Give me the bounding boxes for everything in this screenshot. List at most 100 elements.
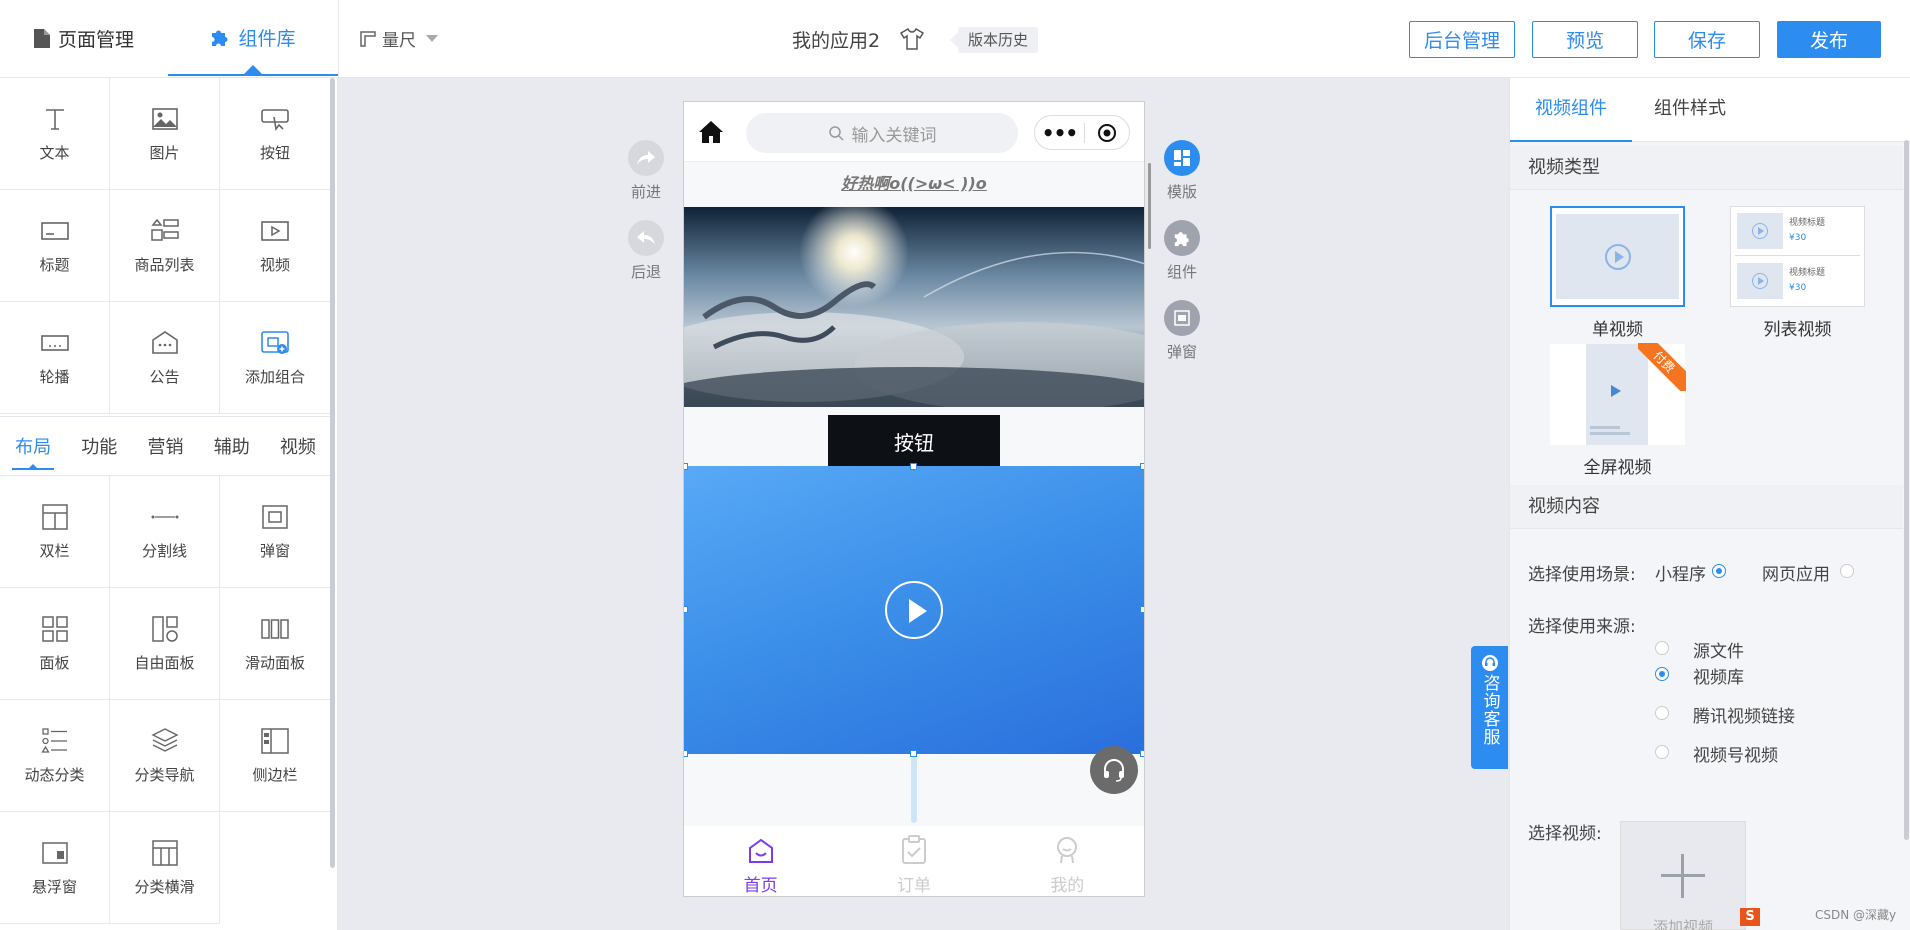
component-label: 公告 xyxy=(149,368,180,386)
right-scrollbar[interactable] xyxy=(1904,140,1909,840)
play-icon[interactable] xyxy=(885,581,943,639)
scene-option-web-label[interactable]: 网页应用 xyxy=(1762,560,1830,585)
component-label: 组件 xyxy=(1166,263,1197,281)
resize-handle[interactable] xyxy=(910,463,917,470)
component-popup[interactable]: 弹窗 xyxy=(220,476,331,588)
resize-handle[interactable] xyxy=(1140,750,1144,757)
resize-handle[interactable] xyxy=(684,606,688,613)
tab-profile[interactable]: 我的 xyxy=(991,826,1144,896)
category-tabs: 布局 功能 营销 辅助 视频 xyxy=(0,416,331,476)
component-slide-panel[interactable]: 滑动面板 xyxy=(220,588,331,700)
source-option-file-label[interactable]: 源文件 xyxy=(1693,637,1744,662)
save-button[interactable]: 保存 xyxy=(1654,21,1760,58)
component-label: 悬浮窗 xyxy=(31,878,77,896)
video-type-list[interactable]: 视频标题 ¥30 视频标题 ¥30 列表视频 xyxy=(1730,206,1865,340)
component-panel[interactable]: 面板 xyxy=(0,588,110,700)
component-dynamic-category[interactable]: 动态分类 xyxy=(0,700,110,812)
component-two-column[interactable]: 双栏 xyxy=(0,476,110,588)
source-option-channels-radio[interactable] xyxy=(1655,745,1669,759)
marquee-text[interactable]: 好热啊o((>ω< ))o xyxy=(684,170,1144,194)
title-icon xyxy=(40,222,69,240)
resize-handle[interactable] xyxy=(910,750,917,757)
preview-button[interactable]: 预览 xyxy=(1532,21,1638,58)
tab-video-component[interactable]: 视频组件 xyxy=(1510,78,1632,142)
csdn-badge: S xyxy=(1740,908,1760,926)
tab-video[interactable]: 视频 xyxy=(265,417,331,475)
ruler-dropdown[interactable]: 量尺 xyxy=(360,26,438,51)
component-title[interactable]: 标题 xyxy=(0,190,110,302)
version-history-button[interactable]: 版本历史 xyxy=(949,27,1039,53)
source-option-file-radio[interactable] xyxy=(1655,641,1669,655)
template-button[interactable]: 模版 xyxy=(1164,140,1200,202)
tab-function[interactable]: 功能 xyxy=(66,417,132,475)
component-category-swipe[interactable]: 分类横滑 xyxy=(110,812,220,924)
component-carousel[interactable]: 轮播 xyxy=(0,302,110,414)
tab-component-library[interactable]: 组件库 xyxy=(168,0,338,76)
source-option-tencent-label[interactable]: 腾讯视频链接 xyxy=(1693,702,1795,727)
drag-indicator[interactable] xyxy=(911,757,917,823)
left-scrollbar[interactable] xyxy=(330,78,335,868)
resize-handle[interactable] xyxy=(684,750,688,757)
source-option-channels-label[interactable]: 视频号视频 xyxy=(1693,741,1778,766)
component-category-nav[interactable]: 分类导航 xyxy=(110,700,220,812)
source-option-tencent-radio[interactable] xyxy=(1655,706,1669,720)
publish-button[interactable]: 发布 xyxy=(1777,21,1881,58)
paid-badge-label: 付费 xyxy=(1638,343,1686,391)
resize-handle[interactable] xyxy=(684,463,688,470)
component-notice[interactable]: 公告 xyxy=(110,302,220,414)
search-icon xyxy=(828,126,844,141)
tab-home[interactable]: 首页 xyxy=(684,826,837,896)
resize-handle[interactable] xyxy=(1140,463,1144,470)
admin-button[interactable]: 后台管理 xyxy=(1409,21,1515,58)
component-text[interactable]: 文本 xyxy=(0,78,110,190)
video-type-single[interactable]: 单视频 xyxy=(1550,206,1685,340)
image-icon xyxy=(151,108,178,130)
component-button[interactable]: 按钮 xyxy=(220,78,331,190)
banner-image[interactable] xyxy=(684,207,1144,407)
forward-button[interactable]: 前进 xyxy=(628,140,664,202)
phone-scrollbar[interactable] xyxy=(1148,163,1151,249)
resize-handle[interactable] xyxy=(1140,606,1144,613)
component-divider[interactable]: 分割线 xyxy=(110,476,220,588)
add-video-button[interactable]: 添加视频 xyxy=(1620,821,1746,930)
scene-option-web-radio[interactable] xyxy=(1840,564,1854,578)
tab-order[interactable]: 订单 xyxy=(837,826,990,896)
search-placeholder: 输入关键词 xyxy=(851,125,937,146)
component-product-list[interactable]: 商品列表 xyxy=(110,190,220,302)
component-free-panel[interactable]: 自由面板 xyxy=(110,588,220,700)
tab-component-style[interactable]: 组件样式 xyxy=(1654,78,1726,142)
category-nav-icon xyxy=(150,728,179,752)
list-preview-price: ¥30 xyxy=(1789,283,1807,293)
scene-option-miniprogram-radio[interactable] xyxy=(1712,564,1726,578)
source-option-library-label[interactable]: 视频库 xyxy=(1693,663,1744,688)
video-component[interactable] xyxy=(684,466,1144,754)
scene-option-miniprogram-label[interactable]: 小程序 xyxy=(1655,560,1706,585)
popup-button[interactable]: 弹窗 xyxy=(1164,300,1200,362)
mini-program-capsule[interactable]: ••• xyxy=(1034,115,1130,150)
search-input[interactable]: 输入关键词 xyxy=(746,113,1018,153)
button-component[interactable]: 按钮 xyxy=(828,415,1000,467)
theme-shirt-icon[interactable] xyxy=(900,28,924,50)
back-button[interactable]: 后退 xyxy=(628,220,664,282)
component-floating-window[interactable]: 悬浮窗 xyxy=(0,812,110,924)
component-video[interactable]: 视频 xyxy=(220,190,331,302)
sidebar-icon xyxy=(261,728,289,754)
component-image[interactable]: 图片 xyxy=(110,78,220,190)
video-type-fullscreen[interactable]: 付费 全屏视频 xyxy=(1550,343,1686,478)
tab-auxiliary[interactable]: 辅助 xyxy=(199,417,265,475)
customer-service-float-button[interactable] xyxy=(1090,746,1138,794)
tab-marketing[interactable]: 营销 xyxy=(132,417,198,475)
component-sidebar[interactable]: 侧边栏 xyxy=(220,700,331,812)
more-icon[interactable]: ••• xyxy=(1035,121,1084,145)
order-tab-icon xyxy=(901,835,926,864)
component-button[interactable]: 组件 xyxy=(1164,220,1200,282)
home-icon[interactable] xyxy=(698,120,724,144)
component-label: 弹窗 xyxy=(259,542,290,560)
consult-service-tab[interactable]: 咨询客服 xyxy=(1471,646,1508,769)
close-target-icon[interactable] xyxy=(1085,123,1129,143)
app-title: 我的应用2 xyxy=(792,30,881,52)
component-add-group[interactable]: 添加组合 xyxy=(220,302,331,414)
tab-layout[interactable]: 布局 xyxy=(0,417,66,475)
tab-page-management[interactable]: 页面管理 xyxy=(0,0,168,76)
source-option-library-radio[interactable] xyxy=(1655,667,1669,681)
